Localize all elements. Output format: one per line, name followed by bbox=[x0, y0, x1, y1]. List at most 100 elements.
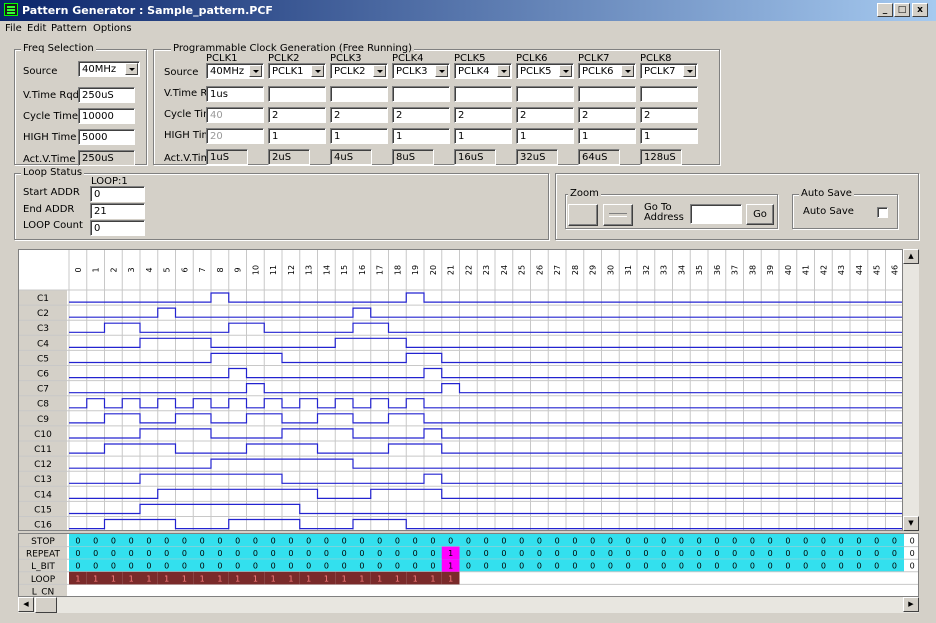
scroll-thumb[interactable] bbox=[35, 597, 57, 613]
pclk3-cycle-input[interactable]: 2 bbox=[330, 107, 388, 123]
goto-address-input[interactable] bbox=[690, 204, 742, 224]
zoom-out-button[interactable] bbox=[603, 204, 633, 226]
control-cell-l_bit: 0 bbox=[466, 562, 471, 571]
control-cell-l_bit: 0 bbox=[661, 562, 666, 571]
column-header: 15 bbox=[340, 265, 349, 275]
minimize-button[interactable]: _ bbox=[877, 3, 893, 17]
control-cell-repeat: 0 bbox=[750, 549, 755, 558]
pclk7-vtime-input[interactable] bbox=[578, 86, 636, 102]
pclk6-vtime-input[interactable] bbox=[516, 86, 574, 102]
control-cell-stop: 0 bbox=[608, 537, 613, 546]
channel-label: C5 bbox=[37, 354, 49, 364]
pclk1-cycle-input[interactable]: 40 bbox=[206, 107, 264, 123]
control-cell-loop: 1 bbox=[217, 574, 222, 583]
freq-source-select[interactable]: 40MHz bbox=[78, 61, 140, 77]
pclk6-cycle-input[interactable]: 2 bbox=[516, 107, 574, 123]
pclk1-source-select[interactable]: 40MHz bbox=[206, 63, 264, 79]
loop-count-input[interactable]: 0 bbox=[90, 220, 145, 236]
channel-label: C9 bbox=[37, 415, 49, 425]
column-header: 44 bbox=[855, 265, 864, 275]
control-cell-l_bit: 0 bbox=[342, 562, 347, 571]
pclk7-cycle-input[interactable]: 2 bbox=[578, 107, 636, 123]
pclk2-high-input[interactable]: 1 bbox=[268, 128, 326, 144]
title-bar: Pattern Generator : Sample_pattern.PCF _… bbox=[0, 0, 936, 21]
horizontal-scrollbar[interactable]: ◀ ▶ bbox=[18, 597, 919, 613]
waveform-grid[interactable]: 0 1 2 3 4 5 6 7 8 9 10 11 12 13 14 15 16 17 18 19 20 21 22 23 24… bbox=[18, 249, 903, 531]
pclk3-vtime-input[interactable] bbox=[330, 86, 388, 102]
menu-pattern[interactable]: Pattern bbox=[51, 23, 87, 34]
pclk3-source-select[interactable]: PCLK2 bbox=[330, 63, 388, 79]
pclk6-high-input[interactable]: 1 bbox=[516, 128, 574, 144]
pclk8-cycle-input[interactable]: 2 bbox=[640, 107, 698, 123]
freq-selection-group: Freq Selection Source 40MHz V.Time Rqd 2… bbox=[14, 43, 147, 166]
pclk4-source-select[interactable]: PCLK3 bbox=[392, 63, 450, 79]
column-header: 3 bbox=[127, 267, 136, 272]
vertical-scrollbar[interactable]: ▲ ▼ bbox=[903, 249, 919, 531]
freq-act-value: 250uS bbox=[78, 150, 135, 166]
pclk8-high-input[interactable]: 1 bbox=[640, 128, 698, 144]
menu-file[interactable]: File bbox=[5, 23, 22, 34]
pclk6-source-select[interactable]: PCLK5 bbox=[516, 63, 574, 79]
control-cell-repeat: 0 bbox=[413, 549, 418, 558]
pclk1-vtime-input[interactable]: 1us bbox=[206, 86, 264, 102]
pclk4-cycle-input[interactable]: 2 bbox=[392, 107, 450, 123]
pclk3-high-input[interactable]: 1 bbox=[330, 128, 388, 144]
freq-source-label: Source bbox=[23, 66, 58, 77]
auto-save-group: Auto Save Auto Save bbox=[792, 188, 898, 229]
pclk5-high-input[interactable]: 1 bbox=[454, 128, 512, 144]
column-header: 36 bbox=[713, 265, 722, 275]
control-cell-repeat: 0 bbox=[803, 549, 808, 558]
pclk7-high-input[interactable]: 1 bbox=[578, 128, 636, 144]
control-cell-stop: 0 bbox=[537, 537, 542, 546]
pclk7-act-value: 64uS bbox=[578, 149, 620, 165]
control-rows-grid[interactable]: STOP 0 0 0 0 0 0 0 0 0 0 0 0 0 0 0 0 0 0 0 0 0 0 0 0 0 0 0 0 0 0 0 0 0 0 0 0… bbox=[18, 533, 919, 597]
scroll-up-icon[interactable]: ▲ bbox=[903, 249, 919, 264]
pclk5-cycle-input[interactable]: 2 bbox=[454, 107, 512, 123]
scroll-left-icon[interactable]: ◀ bbox=[18, 597, 34, 612]
menu-options[interactable]: Options bbox=[93, 23, 132, 34]
control-row-label: STOP bbox=[31, 537, 55, 547]
control-cell-repeat: 0 bbox=[874, 549, 879, 558]
control-cell-repeat: 0 bbox=[324, 549, 329, 558]
pclk7-source-select[interactable]: PCLK6 bbox=[578, 63, 636, 79]
control-cell-repeat: 0 bbox=[910, 549, 915, 558]
control-cell-repeat: 0 bbox=[200, 549, 205, 558]
pclk8-source-select[interactable]: PCLK7 bbox=[640, 63, 698, 79]
pclk4-vtime-input[interactable] bbox=[392, 86, 450, 102]
pclk2-source-select[interactable]: PCLK1 bbox=[268, 63, 326, 79]
close-button[interactable]: x bbox=[912, 3, 928, 17]
start-addr-input[interactable]: 0 bbox=[90, 186, 145, 202]
freq-cycle-input[interactable]: 10000 bbox=[78, 108, 135, 124]
control-cell-l_bit: 0 bbox=[253, 562, 258, 571]
zoom-in-button[interactable] bbox=[568, 204, 598, 226]
channel-label: C14 bbox=[34, 490, 52, 500]
control-cell-repeat: 0 bbox=[75, 549, 80, 558]
pclk2-vtime-input[interactable] bbox=[268, 86, 326, 102]
end-addr-input[interactable]: 21 bbox=[90, 203, 145, 219]
chevron-down-icon bbox=[249, 65, 262, 77]
control-cell-loop: 1 bbox=[359, 574, 364, 583]
control-cell-l_bit: 0 bbox=[856, 562, 861, 571]
auto-save-checkbox[interactable] bbox=[877, 207, 888, 218]
freq-cycle-label: Cycle Time bbox=[23, 111, 78, 122]
pclk1-high-input[interactable]: 20 bbox=[206, 128, 264, 144]
pclk5-source-select[interactable]: PCLK4 bbox=[454, 63, 512, 79]
column-header: 40 bbox=[784, 265, 793, 275]
freq-high-input[interactable]: 5000 bbox=[78, 129, 135, 145]
freq-vtime-input[interactable]: 250uS bbox=[78, 87, 135, 103]
control-cell-stop: 0 bbox=[306, 537, 311, 546]
chevron-down-icon bbox=[497, 65, 510, 77]
channel-label: C15 bbox=[34, 505, 52, 515]
pclk8-vtime-input[interactable] bbox=[640, 86, 698, 102]
maximize-button[interactable]: □ bbox=[894, 3, 910, 17]
pclk4-high-input[interactable]: 1 bbox=[392, 128, 450, 144]
scroll-down-icon[interactable]: ▼ bbox=[903, 516, 919, 531]
column-header: 14 bbox=[322, 265, 331, 275]
menu-edit[interactable]: Edit bbox=[27, 23, 46, 34]
pclk5-vtime-input[interactable] bbox=[454, 86, 512, 102]
scroll-right-icon[interactable]: ▶ bbox=[903, 597, 919, 612]
pclk2-cycle-input[interactable]: 2 bbox=[268, 107, 326, 123]
go-button[interactable]: Go bbox=[746, 204, 774, 225]
control-cell-repeat: 0 bbox=[253, 549, 258, 558]
control-cell-repeat: 0 bbox=[608, 549, 613, 558]
